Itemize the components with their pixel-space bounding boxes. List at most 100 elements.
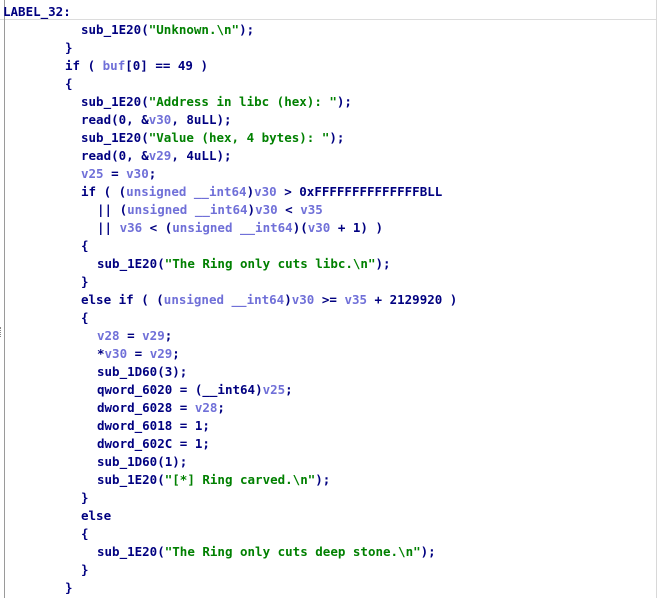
variable-token[interactable]: v30 [149,112,172,127]
identifier-token[interactable]: dword_6028 [97,400,172,415]
type-token: unsigned __int64 [127,202,248,217]
variable-token[interactable]: v30 [255,202,278,217]
code-text: } [81,490,89,505]
identifier-token[interactable]: dword_602C [97,436,172,451]
variable-token[interactable]: v35 [344,292,367,307]
code-line[interactable]: } [65,579,73,597]
variable-token[interactable]: v29 [150,346,173,361]
identifier-token[interactable]: read [81,112,111,127]
code-line[interactable]: sub_1D60(1); [97,453,187,471]
code-line[interactable]: } [81,489,89,507]
code-line[interactable]: dword_602C = 1; [97,435,210,453]
code-text: (0, & [111,148,149,163]
code-text: ; [172,346,180,361]
code-text: ; [164,328,173,343]
code-line[interactable]: v28 = v29; [97,327,172,345]
identifier-token[interactable]: sub_1D60 [97,454,157,469]
identifier-token[interactable]: sub_1E20 [97,544,157,559]
code-line[interactable]: else [81,507,111,525]
variable-token[interactable]: v36 [120,220,143,235]
code-text: < [277,202,301,217]
code-text: [0] == 49 ) [125,58,209,73]
variable-token[interactable]: v30 [126,166,149,181]
code-line[interactable]: v25 = v30; [81,165,156,183]
code-line[interactable]: { [81,237,89,255]
variable-token[interactable]: v28 [195,400,218,415]
code-line[interactable]: } [81,561,89,579]
code-line[interactable]: sub_1D60(3); [97,363,187,381]
code-margin-line [4,0,5,598]
code-text: || ( [97,202,128,217]
code-line[interactable]: || v36 < (unsigned __int64)(v30 + 1) ) [97,219,383,237]
code-line[interactable]: sub_1E20("Value (hex, 4 bytes): "); [81,129,344,147]
code-line[interactable]: if ( (unsigned __int64)v30 > 0xFFFFFFFFF… [81,183,442,201]
identifier-token[interactable]: read [81,148,111,163]
identifier-token[interactable]: sub_1E20 [81,130,141,145]
code-text: * [97,346,105,361]
variable-token[interactable]: v30 [105,346,128,361]
code-text: = ( [172,382,203,397]
code-text: } [81,562,89,577]
code-line[interactable]: else if ( (unsigned __int64)v30 >= v35 +… [81,291,457,309]
variable-token[interactable]: buf [103,58,126,73]
code-line[interactable]: || (unsigned __int64)v30 < v35 [97,201,323,219]
code-line[interactable]: sub_1E20("The Ring only cuts deep stone.… [97,543,436,561]
string-literal: "The Ring only cuts libc.\n" [164,256,376,271]
code-line[interactable]: qword_6020 = (__int64)v25; [97,381,293,399]
label-token[interactable]: LABEL_32: [3,4,71,19]
code-text: ); [336,94,352,109]
variable-token[interactable]: v35 [300,202,323,217]
code-line[interactable]: if ( buf[0] == 49 ) [65,57,208,75]
code-line[interactable]: read(0, &v30, 8uLL); [81,111,232,129]
code-line[interactable]: } [65,39,73,57]
variable-token[interactable]: v25 [263,382,286,397]
identifier-token[interactable]: sub_1E20 [81,22,141,37]
code-line[interactable]: read(0, &v29, 4uLL); [81,147,232,165]
code-text: ; [148,166,157,181]
identifier-token[interactable]: dword_6018 [97,418,172,433]
keyword-token: if [81,184,97,199]
code-line[interactable]: sub_1E20("Address in libc (hex): "); [81,93,352,111]
code-text: (1); [157,454,188,469]
code-line[interactable]: } [81,273,89,291]
variable-token[interactable]: v30 [254,184,277,199]
code-text: ) [284,292,292,307]
code-text: >= [314,292,345,307]
code-text: { [81,526,89,541]
identifier-token[interactable]: sub_1E20 [97,472,157,487]
code-text: } [65,580,73,595]
identifier-token[interactable]: sub_1E20 [81,94,141,109]
variable-token[interactable]: v28 [97,328,120,343]
type-token: unsigned __int64 [172,220,293,235]
code-line[interactable]: dword_6028 = v28; [97,399,225,417]
variable-token[interactable]: v30 [308,220,331,235]
code-line[interactable]: sub_1E20("Unknown.\n"); [81,21,254,39]
code-line[interactable]: dword_6018 = 1; [97,417,210,435]
margin-marker [0,327,4,337]
pseudocode-view[interactable]: LABEL_32: sub_1E20("Unknown.\n");} if ( bu… [0,0,666,598]
variable-token[interactable]: v29 [142,328,165,343]
code-line[interactable]: sub_1E20("The Ring only cuts libc.\n"); [97,255,391,273]
code-text: ( ( [96,184,127,199]
code-line[interactable]: LABEL_32: [3,3,71,21]
keyword-token: if [65,58,81,73]
identifier-token[interactable]: sub_1D60 [97,364,157,379]
code-text: ( [157,256,165,271]
code-text: || [97,220,120,235]
identifier-token[interactable]: qword_6020 [97,382,172,397]
vertical-scrollbar[interactable] [656,0,666,598]
code-text: ; [217,400,225,415]
code-line[interactable]: { [81,309,89,327]
type-token: unsigned __int64 [163,292,285,307]
code-line[interactable]: { [65,75,73,93]
code-text: ( [141,94,149,109]
code-line[interactable]: sub_1E20("[*] Ring carved.\n"); [97,471,330,489]
code-text: ( [141,130,149,145]
code-line[interactable]: { [81,525,89,543]
identifier-token[interactable]: sub_1E20 [97,256,157,271]
variable-token[interactable]: v25 [81,166,104,181]
code-text: > 0xFFFFFFFFFFFFFFBLL [276,184,443,199]
variable-token[interactable]: v29 [149,148,172,163]
variable-token[interactable]: v30 [292,292,315,307]
code-line[interactable]: *v30 = v29; [97,345,180,363]
